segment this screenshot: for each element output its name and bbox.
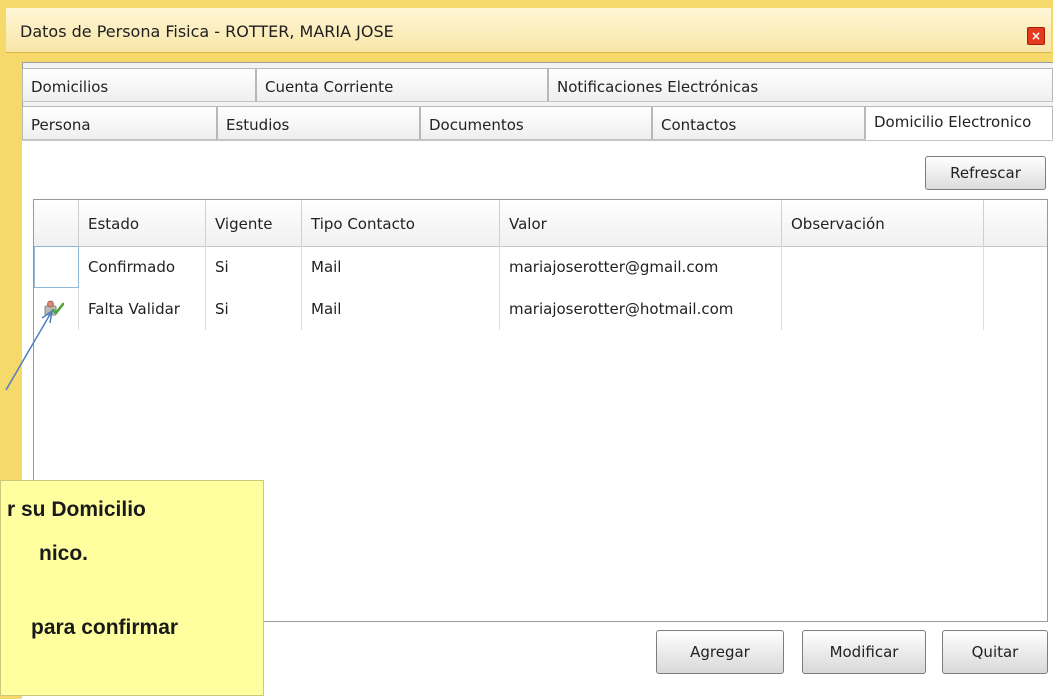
table-row[interactable]: Falta Validar Si Mail mariajoserotter@ho… [34,288,1047,330]
cell-estado: Falta Validar [79,288,206,330]
add-button[interactable]: Agregar [656,630,784,674]
tab-persona[interactable]: Persona [22,106,217,140]
callout-note: r su Domicilio nico. para confirmar [0,480,264,696]
header-vigente[interactable]: Vigente [206,200,302,246]
row-action-cell[interactable] [34,288,79,330]
tab-domicilios[interactable]: Domicilios [22,68,256,102]
cell-observacion [782,288,984,330]
tab-notificaciones-electronicas[interactable]: Notificaciones Electrónicas [548,68,1053,102]
window-title: Datos de Persona Fisica - ROTTER, MARIA … [20,22,394,41]
tab-contactos[interactable]: Contactos [652,106,865,140]
header-selector [34,200,79,246]
header-observacion[interactable]: Observación [782,200,984,246]
close-button[interactable]: × [1027,27,1045,45]
tab-cuenta-corriente[interactable]: Cuenta Corriente [256,68,548,102]
tab-domicilio-electronico[interactable]: Domicilio Electronico [865,106,1053,140]
tab-estudios[interactable]: Estudios [217,106,420,140]
row-selector[interactable] [34,246,79,288]
header-estado[interactable]: Estado [79,200,206,246]
modify-button[interactable]: Modificar [802,630,926,674]
validate-icon[interactable] [44,299,64,317]
callout-line-3: para confirmar [31,616,179,639]
title-bar: Datos de Persona Fisica - ROTTER, MARIA … [6,8,1051,53]
callout-line-1: r su Domicilio [7,498,146,521]
cell-tipo: Mail [302,246,500,288]
cell-tipo: Mail [302,288,500,330]
cell-vigente: Si [206,288,302,330]
table-row[interactable]: Confirmado Si Mail mariajoserotter@gmail… [34,246,1047,288]
callout-line-2: nico. [39,542,89,565]
header-tipo-contacto[interactable]: Tipo Contacto [302,200,500,246]
cell-valor: mariajoserotter@gmail.com [500,246,782,288]
tab-documentos[interactable]: Documentos [420,106,652,140]
remove-button[interactable]: Quitar [942,630,1048,674]
cell-valor: mariajoserotter@hotmail.com [500,288,782,330]
header-valor[interactable]: Valor [500,200,782,246]
refresh-button[interactable]: Refrescar [925,156,1046,190]
grid-header: Estado Vigente Tipo Contacto Valor Obser… [34,200,1047,247]
cell-vigente: Si [206,246,302,288]
cell-observacion [782,246,984,288]
cell-estado: Confirmado [79,246,206,288]
